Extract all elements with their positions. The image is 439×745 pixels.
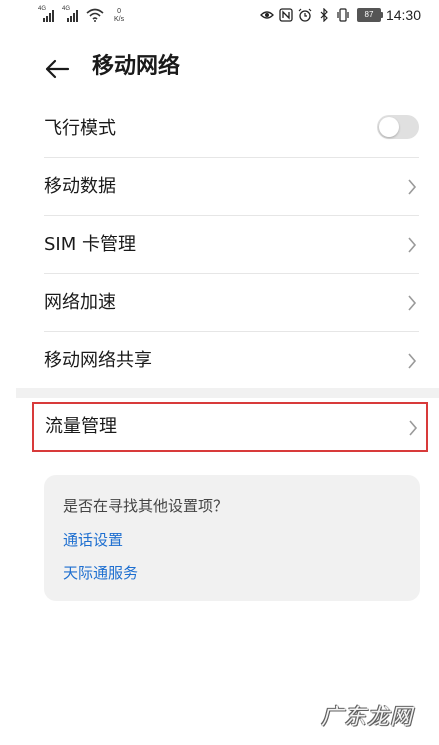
watermark-text: 广东龙网: [320, 705, 413, 730]
chevron-right-icon: [408, 295, 417, 311]
network-acceleration-row[interactable]: 网络加速: [0, 274, 439, 332]
toggle-knob: [379, 117, 399, 137]
network-speed: 0 K/s: [114, 8, 124, 24]
watermark: 广东龙网: [283, 691, 413, 731]
skytone-service-link[interactable]: 天际通服务: [63, 562, 138, 583]
call-settings-link[interactable]: 通话设置: [63, 529, 123, 550]
tethering-row[interactable]: 移动网络共享: [0, 332, 439, 390]
suggestions-card: 是否在寻找其他设置项？ 通话设置 天际通服务: [44, 475, 420, 601]
clock: 14:30: [385, 7, 421, 23]
network-acceleration-label: 网络加速: [44, 292, 116, 313]
mobile-data-row[interactable]: 移动数据: [0, 158, 439, 216]
suggestions-question: 是否在寻找其他设置项？: [63, 497, 229, 515]
chevron-right-icon: [409, 420, 418, 436]
status-bar-left: 4G 4G 0 K/s: [38, 6, 124, 24]
wifi-icon: [86, 8, 104, 22]
data-usage-row[interactable]: 流量管理: [32, 402, 428, 452]
bluetooth-icon: [320, 8, 328, 22]
battery-icon: 87: [356, 8, 383, 22]
back-button[interactable]: [40, 52, 74, 86]
status-bar: 4G 4G 0 K/s 87 14:30: [0, 0, 439, 32]
airplane-mode-row[interactable]: 飞行模式: [0, 100, 439, 158]
chevron-right-icon: [408, 237, 417, 253]
airplane-mode-toggle[interactable]: [377, 115, 419, 139]
data-usage-label: 流量管理: [45, 416, 117, 437]
mobile-data-label: 移动数据: [44, 176, 116, 197]
network-speed-unit: K/s: [114, 16, 125, 23]
cellular-signal-2-icon: 4G: [62, 6, 80, 22]
status-bar-right: 87 14:30: [260, 7, 421, 23]
chevron-right-icon: [408, 179, 417, 195]
app-bar: 移动网络: [0, 40, 439, 96]
sim-management-label: SIM 卡管理: [44, 234, 136, 255]
back-arrow-icon: [45, 59, 70, 79]
network-speed-value: 0: [117, 8, 122, 15]
nfc-icon: [279, 8, 293, 22]
alarm-icon: [298, 8, 312, 22]
settings-list: 飞行模式 移动数据 SIM 卡管理 网络加速 移动网络共享: [0, 100, 439, 390]
section-separator: [16, 388, 439, 398]
page-title: 移动网络: [92, 54, 181, 79]
sim-management-row[interactable]: SIM 卡管理: [0, 216, 439, 274]
tethering-label: 移动网络共享: [44, 350, 152, 371]
chevron-right-icon: [408, 353, 417, 369]
airplane-mode-label: 飞行模式: [44, 118, 116, 139]
cellular-signal-1-icon: 4G: [38, 6, 56, 22]
vibrate-icon: [337, 8, 349, 22]
eye-icon: [260, 11, 274, 19]
